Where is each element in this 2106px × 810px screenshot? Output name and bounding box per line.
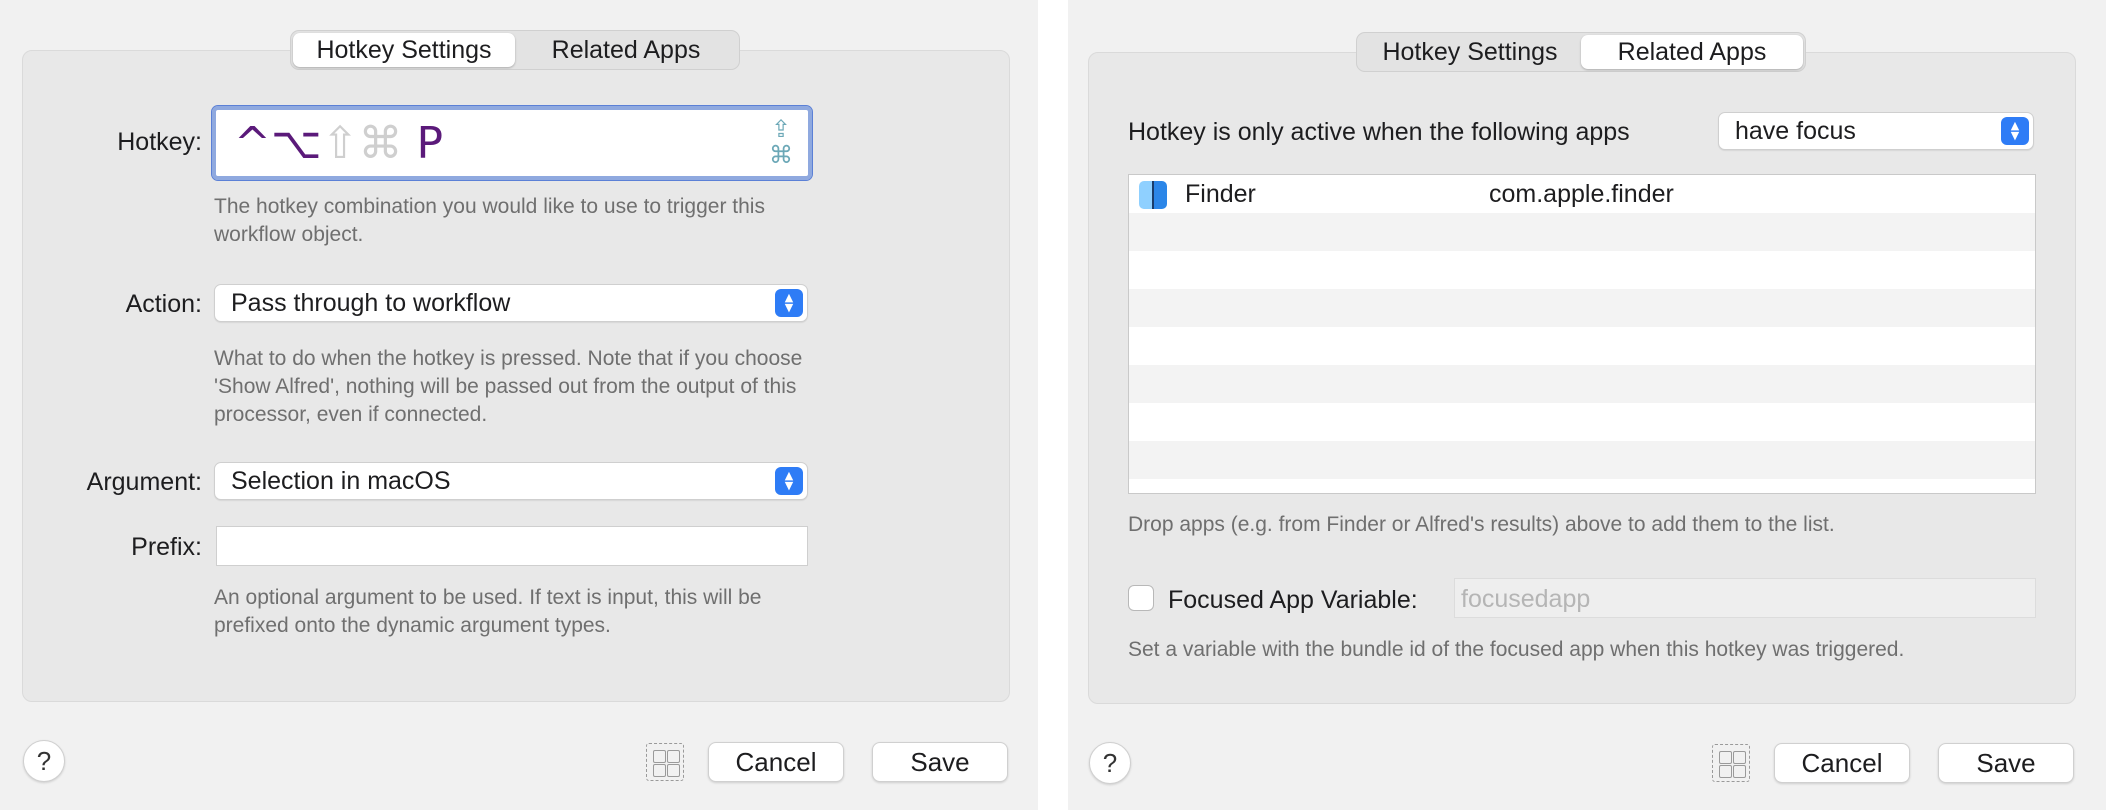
drop-apps-help-text: Drop apps (e.g. from Finder or Alfred's … <box>1128 513 1835 536</box>
tab-related-apps[interactable]: Related Apps <box>1581 35 1803 69</box>
action-label: Action: <box>125 290 202 318</box>
help-button[interactable]: ? <box>23 740 65 782</box>
focused-app-variable-placeholder: focusedapp <box>1461 585 1591 613</box>
finder-icon <box>1139 181 1167 209</box>
focused-app-variable-input[interactable]: focusedapp <box>1454 578 2036 618</box>
action-popup[interactable]: Pass through to workflow ▲ ▼ <box>214 284 808 322</box>
command-modifier-icon: ⌘ <box>358 118 403 169</box>
command-key-icon: ⌘ <box>769 141 793 169</box>
tab-selector: Hotkey Settings Related Apps <box>1356 32 1806 72</box>
focus-condition-value: have focus <box>1735 117 1856 145</box>
argument-label: Argument: <box>86 468 202 496</box>
empty-row <box>1129 327 2035 365</box>
argument-popup[interactable]: Selection in macOS ▲ ▼ <box>214 462 808 500</box>
chevron-updown-icon: ▲ ▼ <box>775 467 803 495</box>
option-modifier-icon: ⌥ <box>270 118 322 169</box>
empty-row <box>1129 213 2035 251</box>
related-apps-panel: Hotkey Settings Related Apps Hotkey is o… <box>1068 0 2106 810</box>
chevron-updown-icon: ▲ ▼ <box>2001 117 2029 145</box>
hotkey-label: Hotkey: <box>117 128 202 156</box>
caps-lock-icon: ⇪ <box>770 115 792 143</box>
empty-row <box>1129 289 2035 327</box>
prefix-label: Prefix: <box>131 533 202 561</box>
cancel-button[interactable]: Cancel <box>708 742 844 782</box>
cancel-button[interactable]: Cancel <box>1774 743 1910 783</box>
prefix-help-text: An optional argument to be used. If text… <box>214 586 762 637</box>
prefix-input[interactable] <box>216 526 808 566</box>
save-button[interactable]: Save <box>1938 743 2074 783</box>
layout-grid-icon[interactable] <box>646 743 684 781</box>
tab-selector: Hotkey Settings Related Apps <box>290 30 740 70</box>
action-value: Pass through to workflow <box>231 289 511 317</box>
save-button[interactable]: Save <box>872 742 1008 782</box>
chevron-updown-icon: ▲ ▼ <box>775 289 803 317</box>
action-help-text: What to do when the hotkey is pressed. N… <box>214 347 803 426</box>
hotkey-combination: ^⌥⇧⌘ P <box>234 118 443 170</box>
active-when-label: Hotkey is only active when the following… <box>1128 118 1630 146</box>
argument-value: Selection in macOS <box>231 467 451 495</box>
focused-app-variable-label: Focused App Variable: <box>1168 586 1418 614</box>
tab-hotkey-settings[interactable]: Hotkey Settings <box>293 33 515 67</box>
layout-grid-icon[interactable] <box>1712 744 1750 782</box>
tab-hotkey-settings[interactable]: Hotkey Settings <box>1359 35 1581 69</box>
help-button[interactable]: ? <box>1089 742 1131 784</box>
hotkey-options[interactable]: ⇪ ⌘ <box>766 116 796 168</box>
app-bundle-id: com.apple.finder <box>1489 180 1674 208</box>
tab-related-apps[interactable]: Related Apps <box>515 33 737 67</box>
app-name: Finder <box>1185 180 1256 208</box>
control-modifier-icon: ^ <box>234 118 271 169</box>
focused-app-variable-checkbox[interactable] <box>1128 585 1154 611</box>
question-icon: ? <box>36 745 52 776</box>
empty-row <box>1129 441 2035 479</box>
hotkey-recorder-field[interactable]: ^⌥⇧⌘ P ⇪ ⌘ <box>211 105 813 181</box>
question-icon: ? <box>1102 747 1118 778</box>
empty-row <box>1129 365 2035 403</box>
shift-modifier-icon: ⇧ <box>321 118 359 169</box>
table-row[interactable]: Finder com.apple.finder <box>1129 175 2035 213</box>
hotkey-settings-panel: Hotkey Settings Related Apps Hotkey: ^⌥⇧… <box>0 0 1038 810</box>
hotkey-help-text: The hotkey combination you would like to… <box>214 195 765 246</box>
related-apps-table[interactable]: Finder com.apple.finder <box>1128 174 2036 494</box>
empty-row <box>1129 403 2035 441</box>
hotkey-key: P <box>416 118 443 169</box>
focused-app-help-text: Set a variable with the bundle id of the… <box>1128 638 1905 661</box>
focus-condition-popup[interactable]: have focus ▲ ▼ <box>1718 112 2034 150</box>
empty-row <box>1129 251 2035 289</box>
